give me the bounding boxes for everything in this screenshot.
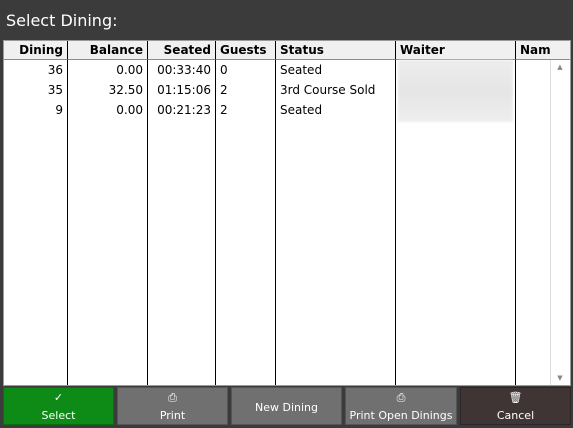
cell-seated: 00:33:40	[157, 63, 211, 77]
dining-table[interactable]: Dining Balance Seated Guests Status Wait…	[3, 40, 571, 386]
cell-seated: 01:15:06	[157, 83, 211, 97]
cell-status: Seated	[280, 63, 323, 77]
column-header-waiter[interactable]: Waiter	[396, 41, 516, 60]
cell-guests: 2	[220, 103, 228, 117]
column-header-guests[interactable]: Guests	[216, 41, 276, 60]
dialog-title: Select Dining:	[6, 11, 118, 30]
cell-dining: 9	[55, 103, 63, 117]
print-button-label: Print	[159, 409, 186, 422]
cell-status: 3rd Course Sold	[280, 83, 376, 97]
checkmark-icon: ✓	[53, 391, 64, 404]
new-dining-button-label: New Dining	[255, 401, 318, 414]
printer-icon: ⎙	[396, 391, 406, 404]
select-button-label: Select	[41, 409, 76, 422]
cancel-button[interactable]: 🗑 Cancel	[460, 387, 571, 425]
waiter-redacted	[398, 60, 513, 122]
cell-guests: 2	[220, 83, 228, 97]
trash-icon: 🗑	[508, 391, 523, 404]
column-header-name[interactable]: Nam	[516, 41, 570, 60]
column-divider	[395, 60, 396, 385]
cell-dining: 36	[47, 63, 63, 77]
column-divider	[515, 60, 516, 385]
cell-balance: 32.50	[108, 83, 143, 97]
cancel-button-label: Cancel	[496, 409, 535, 422]
cell-balance: 0.00	[116, 103, 143, 117]
cell-balance: 0.00	[116, 63, 143, 77]
select-button[interactable]: ✓ Select	[3, 387, 114, 425]
scroll-up-icon[interactable]: ▲	[550, 62, 570, 72]
column-header-balance[interactable]: Balance	[68, 41, 148, 60]
vertical-scrollbar[interactable]	[550, 60, 570, 385]
new-dining-button[interactable]: New Dining	[231, 387, 342, 425]
cell-seated: 00:21:23	[157, 103, 211, 117]
title-bar: Select Dining:	[0, 0, 573, 40]
column-header-dining[interactable]: Dining	[4, 41, 68, 60]
button-bar: ✓ Select ⎙ Print New Dining ⎙ Print Open…	[0, 387, 573, 428]
column-header-seated[interactable]: Seated	[148, 41, 216, 60]
print-open-dinings-button[interactable]: ⎙ Print Open Dinings	[345, 387, 457, 425]
column-header-status[interactable]: Status	[276, 41, 396, 60]
cell-status: Seated	[280, 103, 323, 117]
print-open-dinings-button-label: Print Open Dinings	[349, 409, 453, 422]
cell-guests: 0	[220, 63, 228, 77]
cell-dining: 35	[47, 83, 63, 97]
scroll-down-icon[interactable]: ▼	[550, 373, 570, 383]
printer-icon: ⎙	[168, 391, 177, 404]
print-button[interactable]: ⎙ Print	[117, 387, 228, 425]
